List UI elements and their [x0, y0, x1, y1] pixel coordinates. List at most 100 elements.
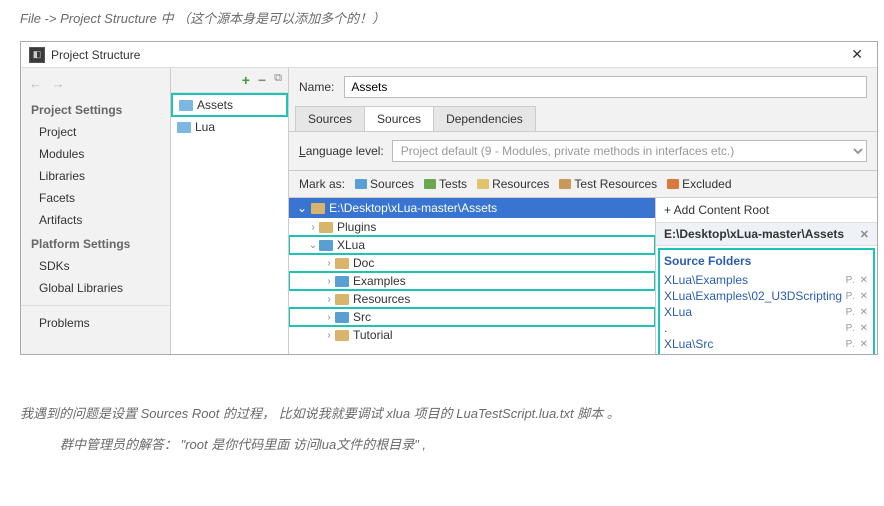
- chevron-down-icon: ⌄: [297, 201, 307, 215]
- source-folder-item[interactable]: . P. ✕: [664, 320, 869, 336]
- source-folder-actions[interactable]: P. ✕: [846, 275, 869, 286]
- close-icon[interactable]: ✕: [845, 46, 869, 63]
- folder-icon: [335, 294, 349, 305]
- back-icon[interactable]: ←: [29, 76, 42, 91]
- mark-sources[interactable]: Sources: [355, 177, 414, 191]
- folder-icon: [319, 240, 333, 251]
- sidebar-item-libraries[interactable]: Libraries: [21, 165, 170, 187]
- sources-icon: [355, 179, 367, 189]
- remove-root-icon[interactable]: ✕: [860, 228, 869, 241]
- language-level-select[interactable]: Project default (9 - Modules, private me…: [392, 140, 867, 162]
- tree-node-plugins[interactable]: ›Plugins: [289, 218, 655, 236]
- chevron-icon: ›: [323, 258, 335, 269]
- chevron-icon: ›: [307, 222, 319, 233]
- folder-icon: [179, 100, 193, 111]
- content-root-path: E:\Desktop\xLua-master\Assets ✕: [656, 223, 877, 246]
- folder-icon: [335, 330, 349, 341]
- folder-tree: ⌄ E:\Desktop\xLua-master\Assets ›Plugins…: [289, 198, 655, 354]
- mark-as-row: Mark as: Sources Tests Resources Test Re…: [289, 171, 877, 198]
- tree-node-tutorial[interactable]: › Tutorial: [289, 326, 655, 344]
- settings-sidebar: ← → Project Settings Project Modules Lib…: [21, 68, 171, 354]
- test-resources-icon: [559, 179, 571, 189]
- source-folder-item[interactable]: XLua\Src P. ✕: [664, 336, 869, 352]
- module-label: Lua: [195, 120, 215, 134]
- sidebar-item-modules[interactable]: Modules: [21, 143, 170, 165]
- module-assets[interactable]: Assets: [171, 93, 288, 117]
- app-icon: ◧: [29, 47, 45, 63]
- module-list: + − ⧉ Assets Lua: [171, 68, 289, 354]
- nav-arrows: ← →: [21, 74, 170, 97]
- add-content-root-button[interactable]: + Add Content Root: [656, 198, 877, 223]
- root-label: E:\Desktop\xLua-master\Assets: [329, 201, 497, 215]
- sidebar-item-problems[interactable]: Problems: [21, 312, 170, 334]
- chevron-icon: ›: [323, 330, 335, 341]
- tree-node-label: Src: [353, 310, 371, 324]
- add-module-icon[interactable]: +: [242, 72, 250, 88]
- source-folders-box: Source Folders XLua\ExamplesP. ✕XLua\Exa…: [658, 248, 875, 354]
- mark-as-label: Mark as:: [299, 177, 345, 191]
- folder-icon: [177, 122, 191, 133]
- mark-excluded[interactable]: Excluded: [667, 177, 731, 191]
- section-platform-settings: Platform Settings: [21, 231, 170, 255]
- source-folder-label: XLua: [664, 305, 692, 319]
- folder-icon: [335, 276, 349, 287]
- tree-node-label: Tutorial: [353, 328, 393, 342]
- source-folder-actions[interactable]: P. ✕: [846, 339, 869, 350]
- forward-icon[interactable]: →: [52, 76, 65, 91]
- name-label: Name:: [299, 80, 334, 94]
- folder-icon: [319, 222, 333, 233]
- mark-resources[interactable]: Resources: [477, 177, 549, 191]
- content-root-pane: + Add Content Root E:\Desktop\xLua-maste…: [655, 198, 877, 354]
- section-project-settings: Project Settings: [21, 97, 170, 121]
- project-structure-window: ◧ Project Structure ✕ ← → Project Settin…: [20, 41, 878, 355]
- mark-test-resources[interactable]: Test Resources: [559, 177, 657, 191]
- module-label: Assets: [197, 98, 233, 112]
- source-folder-actions[interactable]: P. ✕: [846, 291, 869, 302]
- window-title: Project Structure: [51, 48, 845, 62]
- sidebar-item-project[interactable]: Project: [21, 121, 170, 143]
- copy-module-icon[interactable]: ⧉: [274, 72, 282, 88]
- source-folder-actions[interactable]: P. ✕: [846, 323, 869, 334]
- source-folder-label: XLua\Examples\02_U3DScripting: [664, 289, 842, 303]
- tree-node-label: XLua: [337, 238, 365, 252]
- folder-icon: [335, 258, 349, 269]
- tab-sources-1[interactable]: Sources: [295, 106, 365, 131]
- source-folders-title: Source Folders: [664, 252, 869, 272]
- sidebar-item-artifacts[interactable]: Artifacts: [21, 209, 170, 231]
- tests-icon: [424, 179, 436, 189]
- tree-node-label: Doc: [353, 256, 374, 270]
- source-folder-item[interactable]: XLua\Examples\02_U3DScripting P. ✕: [664, 288, 869, 304]
- mark-tests[interactable]: Tests: [424, 177, 467, 191]
- sidebar-item-global-libraries[interactable]: Global Libraries: [21, 277, 170, 299]
- resources-icon: [477, 179, 489, 189]
- tab-dependencies[interactable]: Dependencies: [433, 106, 536, 131]
- source-folder-label: XLua\Examples: [664, 273, 748, 287]
- sidebar-item-facets[interactable]: Facets: [21, 187, 170, 209]
- tree-node-src[interactable]: ›Src: [289, 308, 655, 326]
- module-lua[interactable]: Lua: [171, 117, 288, 137]
- source-folder-actions[interactable]: P. ✕: [846, 307, 869, 318]
- source-folder-item[interactable]: XLua P. ✕: [664, 304, 869, 320]
- sidebar-item-sdks[interactable]: SDKs: [21, 255, 170, 277]
- module-toolbar: + − ⧉: [171, 68, 288, 93]
- name-input[interactable]: [344, 76, 867, 98]
- language-level-row: Language level: Project default (9 - Mod…: [289, 132, 877, 171]
- remove-module-icon[interactable]: −: [258, 72, 266, 88]
- caption-bottom: 群中管理员的解答： "root 是你代码里面 访问lua文件的根目录" ,: [0, 430, 884, 457]
- titlebar: ◧ Project Structure ✕: [21, 42, 877, 68]
- module-detail: Name: Sources Sources Dependencies Langu…: [289, 68, 877, 354]
- source-folder-label: .: [664, 321, 667, 335]
- tree-node-examples[interactable]: › Examples: [289, 272, 655, 290]
- tree-node-doc[interactable]: › Doc: [289, 254, 655, 272]
- tree-node-resources[interactable]: ›Resources: [289, 290, 655, 308]
- source-folder-label: XLua\Src: [664, 337, 713, 351]
- tree-root[interactable]: ⌄ E:\Desktop\xLua-master\Assets: [289, 198, 655, 218]
- tab-sources-2[interactable]: Sources: [364, 106, 434, 131]
- tree-node-label: Examples: [353, 274, 406, 288]
- source-folder-item[interactable]: XLua\Examples P. ✕: [664, 272, 869, 288]
- excluded-icon: [667, 179, 679, 189]
- divider: [21, 305, 170, 306]
- tree-node-xlua[interactable]: ⌄XLua: [289, 236, 655, 254]
- tree-node-label: Resources: [353, 292, 410, 306]
- chevron-icon: ›: [323, 276, 335, 287]
